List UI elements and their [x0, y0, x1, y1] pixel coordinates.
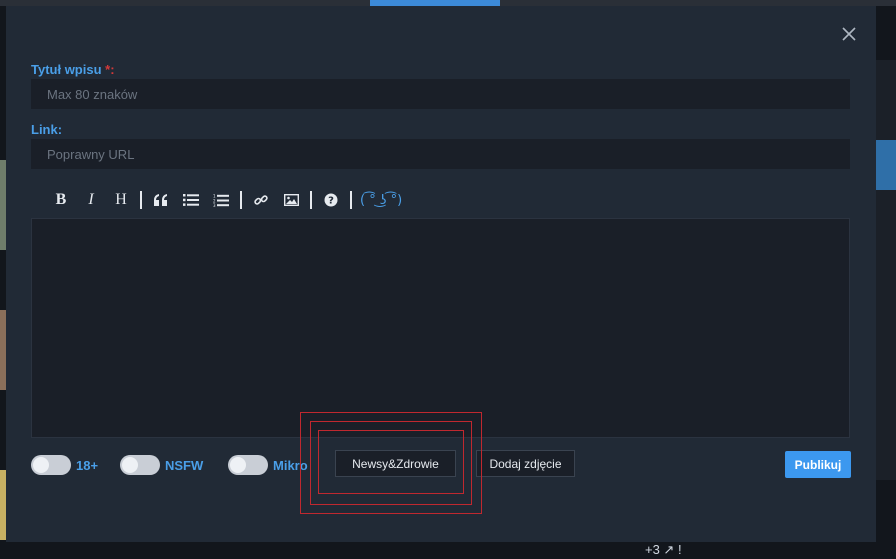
background-footer-text: +3 ↗ ! — [645, 542, 682, 557]
switch-18plus[interactable] — [31, 455, 71, 475]
quote-icon[interactable] — [146, 186, 176, 214]
italic-button[interactable]: I — [76, 186, 106, 214]
publish-button[interactable]: Publikuj — [785, 451, 851, 478]
add-photo-button[interactable]: Dodaj zdjęcie — [476, 450, 575, 477]
link-icon[interactable] — [246, 186, 276, 214]
switch-knob — [33, 457, 49, 473]
svg-text:?: ? — [328, 196, 334, 207]
link-label: Link: — [31, 122, 63, 137]
switch-knob — [122, 457, 138, 473]
toggle-18plus[interactable]: 18+ — [31, 455, 98, 475]
help-icon[interactable]: ? — [316, 186, 346, 214]
toggle-mikro[interactable]: Mikro — [228, 455, 308, 475]
lenny-face-button[interactable]: ( ͡° ͜ʖ ͡°) — [356, 186, 406, 214]
close-icon[interactable] — [840, 26, 858, 44]
add-post-modal: Tytuł wpisu *: Link: B I H 123 ? ( ͡° — [6, 6, 876, 542]
title-label: Tytuł wpisu *: — [31, 62, 115, 77]
svg-text:3: 3 — [213, 203, 216, 207]
category-button[interactable]: Newsy&Zdrowie — [335, 450, 456, 477]
toolbar-divider — [310, 191, 312, 209]
toggle-mikro-label: Mikro — [273, 457, 308, 473]
post-editor[interactable] — [31, 218, 850, 438]
toggle-nsfw-label: NSFW — [165, 457, 204, 473]
close-icon-glyph — [842, 27, 856, 41]
list-icon[interactable] — [176, 186, 206, 214]
toggle-18plus-label: 18+ — [76, 457, 99, 473]
ordered-list-icon[interactable]: 123 — [206, 186, 236, 214]
heading-button[interactable]: H — [106, 186, 136, 214]
image-icon[interactable] — [276, 186, 306, 214]
background-sidebar — [876, 60, 896, 480]
required-mark: *: — [105, 62, 115, 77]
editor-toolbar: B I H 123 ? ( ͡° ͜ʖ ͡°) — [46, 186, 406, 214]
toolbar-divider — [140, 191, 142, 209]
switch-knob — [230, 457, 246, 473]
title-input[interactable] — [31, 79, 850, 109]
switch-mikro[interactable] — [228, 455, 268, 475]
switch-nsfw[interactable] — [120, 455, 160, 475]
bold-button[interactable]: B — [46, 186, 76, 214]
toggle-nsfw[interactable]: NSFW — [120, 455, 203, 475]
title-label-text: Tytuł wpisu — [31, 62, 102, 77]
toolbar-divider — [350, 191, 352, 209]
link-input[interactable] — [31, 139, 850, 169]
toolbar-divider — [240, 191, 242, 209]
background-button — [876, 140, 896, 190]
